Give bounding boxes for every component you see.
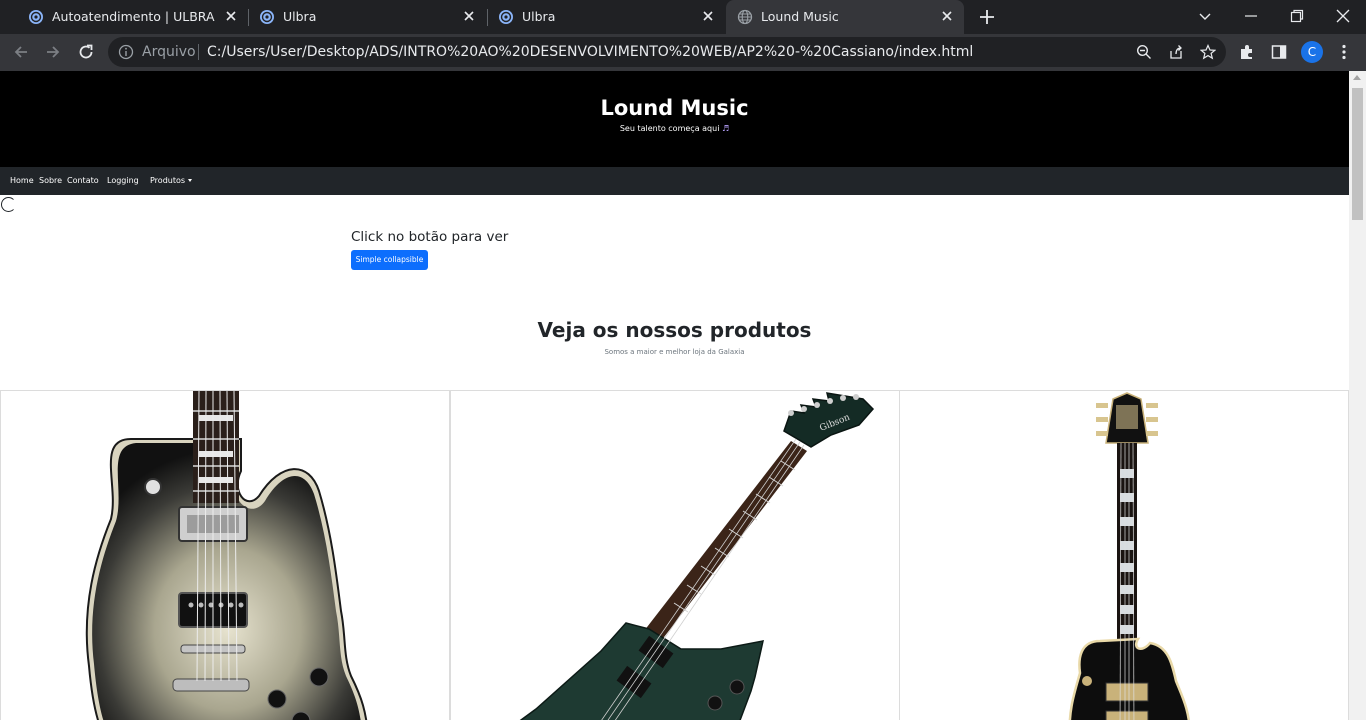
restore-icon[interactable]	[1289, 8, 1305, 24]
browser-tab[interactable]: Ulbra	[487, 0, 725, 34]
close-tab-icon[interactable]	[940, 9, 954, 23]
silverburst-les-paul-guitar-image	[85, 391, 368, 720]
close-tab-icon[interactable]	[224, 9, 238, 23]
tab-title: Ulbra	[522, 9, 556, 24]
address-scheme-label: Arquivo	[142, 44, 196, 60]
reload-icon[interactable]	[77, 43, 95, 61]
zoom-out-icon[interactable]	[1136, 44, 1152, 60]
site-header: Lound Music Seu talento começa aqui ♬	[0, 71, 1349, 167]
products-section-title: Veja os nossos produtos	[537, 318, 812, 342]
browser-tab[interactable]: Ulbra	[248, 0, 486, 34]
extensions-puzzle-icon[interactable]	[1238, 43, 1256, 61]
tab-title: Ulbra	[283, 9, 317, 24]
nav-about[interactable]: Sobre	[39, 176, 62, 185]
minimize-icon[interactable]	[1243, 8, 1259, 24]
address-bar[interactable]: Arquivo C:/Users/User/Desktop/ADS/INTRO%…	[108, 37, 1226, 67]
nav-products-dropdown[interactable]: Produtos	[150, 176, 193, 185]
info-icon[interactable]	[118, 44, 134, 60]
simple-collapsible-button[interactable]: Simple collapsible	[351, 250, 428, 270]
nav-login[interactable]: Logging	[107, 176, 139, 185]
tab-title: Lound Music	[761, 9, 839, 24]
more-menu-icon[interactable]	[1335, 43, 1353, 61]
site-navbar: Home Sobre Contato Logging Produtos	[0, 167, 1349, 195]
tab-title: Autoatendimento | ULBRA	[52, 9, 215, 24]
collapse-heading: Click no botão para ver	[351, 229, 509, 245]
nav-contact[interactable]: Contato	[67, 176, 99, 185]
loading-spinner-icon	[1, 197, 16, 212]
browser-tab-active[interactable]: Lound Music	[726, 0, 964, 34]
close-window-icon[interactable]	[1335, 8, 1351, 24]
dropdown-caret-icon	[188, 179, 193, 182]
page-viewport: Lound Music Seu talento começa aqui ♬ Ho…	[0, 71, 1366, 720]
bookmark-star-icon[interactable]	[1200, 44, 1216, 60]
product-card[interactable]	[0, 390, 450, 720]
black-les-paul-custom-guitar-image	[1068, 392, 1191, 720]
site-title: Lound Music	[600, 96, 749, 120]
scrollbar-thumb[interactable]	[1352, 88, 1363, 220]
profile-avatar[interactable]: C	[1301, 41, 1323, 63]
product-card[interactable]: Gibson	[450, 390, 900, 720]
share-icon[interactable]	[1168, 44, 1184, 60]
forward-arrow-icon[interactable]	[44, 43, 62, 61]
product-card[interactable]	[899, 390, 1349, 720]
site-tagline: Seu talento começa aqui ♬	[0, 124, 1349, 133]
tagline-text: Seu talento começa aqui	[619, 124, 720, 133]
globe-icon	[737, 9, 753, 25]
ulbra-favicon-icon	[260, 10, 274, 24]
browser-tab[interactable]: Autoatendimento | ULBRA	[8, 0, 248, 34]
new-tab-icon[interactable]	[978, 8, 996, 26]
address-url[interactable]: C:/Users/User/Desktop/ADS/INTRO%20AO%20D…	[207, 44, 973, 60]
browser-tabstrip: Autoatendimento | ULBRA Ulbra Ulbra Loun…	[0, 0, 1366, 34]
close-tab-icon[interactable]	[462, 9, 476, 23]
address-divider	[198, 44, 199, 60]
tab-search-chevron-icon[interactable]	[1197, 8, 1213, 24]
products-section-subtitle: Somos a maior e melhor loja da Galaxia	[604, 348, 745, 356]
back-arrow-icon[interactable]	[12, 43, 30, 61]
scroll-up-arrow-icon[interactable]	[1353, 75, 1361, 80]
close-tab-icon[interactable]	[701, 9, 715, 23]
side-panel-icon[interactable]	[1270, 43, 1288, 61]
nav-products-label: Produtos	[150, 176, 186, 185]
music-note-icon: ♬	[721, 124, 730, 133]
nav-home[interactable]: Home	[10, 176, 34, 185]
ulbra-favicon-icon	[29, 10, 43, 24]
browser-toolbar: Arquivo C:/Users/User/Desktop/ADS/INTRO%…	[0, 34, 1366, 71]
black-explorer-style-guitar-image: Gibson	[519, 392, 875, 720]
page-scrollbar[interactable]	[1349, 71, 1366, 720]
ulbra-favicon-icon	[499, 10, 513, 24]
